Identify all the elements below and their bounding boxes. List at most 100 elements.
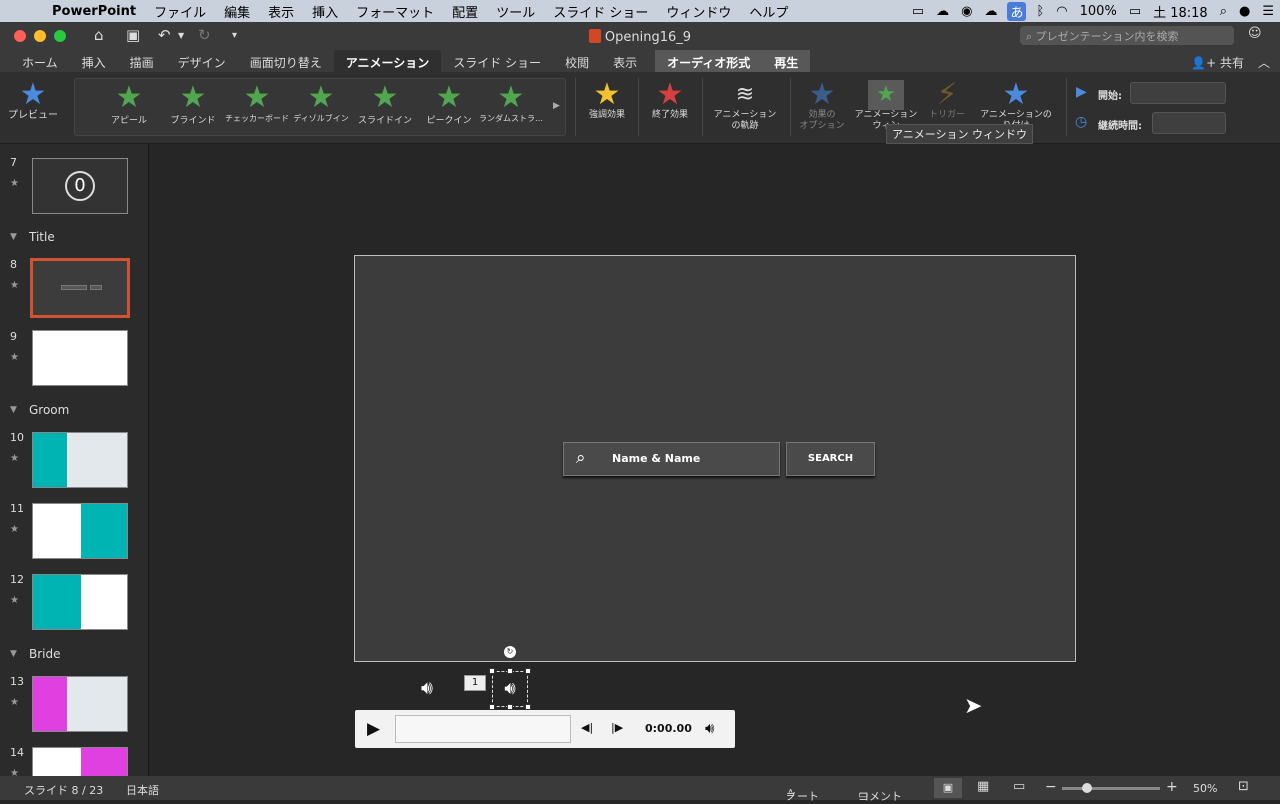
tab-transitions[interactable]: 画面切り替え (238, 50, 334, 72)
start-select[interactable] (1130, 82, 1226, 104)
menu-format[interactable]: フォーマット (347, 2, 443, 21)
menu-view[interactable]: 表示 (259, 2, 303, 21)
spotlight-search-icon[interactable]: ⌕ (1214, 4, 1233, 19)
notes-label: ノート (786, 790, 819, 803)
slide-search-box[interactable]: ⌕ Name & Name (563, 442, 780, 476)
menu-arrange[interactable]: 配置 (443, 2, 487, 21)
slide-thumbnail-9[interactable] (32, 330, 128, 386)
creative-cloud-icon[interactable]: ☁ (930, 4, 955, 19)
language-indicator[interactable]: 日本語 (126, 782, 159, 798)
tab-draw[interactable]: 描画 (118, 50, 166, 72)
trigger-button[interactable]: ⚡ トリガー (924, 80, 970, 121)
preview-button[interactable]: ★ プレビュー (4, 80, 62, 122)
gallery-scroll-right-icon[interactable]: ▶ (553, 101, 560, 111)
duration-stepper[interactable] (1152, 112, 1226, 134)
clock[interactable]: 土 18:18 (1147, 2, 1214, 21)
effect-checkerboard[interactable]: ★ チェッカーボード (225, 83, 289, 124)
slide-sorter-view-icon[interactable]: ▦ (977, 779, 989, 794)
tab-design[interactable]: デザイン (166, 50, 238, 72)
slide-search-button[interactable]: SEARCH (786, 442, 875, 476)
animation-order-tag[interactable]: 1 (464, 675, 486, 691)
skip-back-icon[interactable]: ◀| (581, 721, 593, 734)
effect-peek-in[interactable]: ★ ピークイン (417, 83, 481, 127)
section-title-label[interactable]: Title (29, 230, 55, 244)
collapse-ribbon-icon[interactable]: ︿ (1258, 54, 1270, 71)
motion-paths-button[interactable]: ≋ アニメーション の軌跡 (706, 80, 784, 132)
zoom-out-icon[interactable]: − (1045, 779, 1057, 795)
section-bride-label[interactable]: Bride (29, 647, 61, 661)
skip-forward-icon[interactable]: |▶ (611, 721, 623, 734)
tab-audio-format[interactable]: オーディオ形式 (655, 50, 763, 72)
tab-playback[interactable]: 再生 (762, 50, 811, 72)
menu-help[interactable]: ヘルプ (740, 2, 797, 21)
menu-file[interactable]: ファイル (145, 2, 215, 21)
presenter-view-icon[interactable]: ▭ (1013, 779, 1025, 794)
selection-handle[interactable] (507, 668, 513, 674)
slide-thumbnail-8-selected[interactable] (30, 258, 130, 318)
selection-handle[interactable] (489, 668, 495, 674)
tab-slideshow[interactable]: スライド ショー (441, 50, 553, 72)
volume-icon[interactable]: 🔊︎ (705, 719, 714, 737)
preview-star-icon: ★ (19, 77, 47, 112)
animation-star-icon: ★ (10, 595, 19, 606)
fit-to-window-icon[interactable]: ⊡ (1238, 779, 1249, 794)
effect-dissolve-in[interactable]: ★ ディゾルブイン (289, 83, 353, 124)
tab-animations[interactable]: アニメーション (333, 50, 442, 72)
selected-audio-object[interactable]: 🔊︎ (492, 671, 528, 707)
audio-progress-bar[interactable] (395, 715, 571, 743)
speaker-icon[interactable]: 🔊︎ (421, 677, 433, 699)
section-collapse-icon[interactable]: ▼ (10, 232, 17, 242)
battery-icon[interactable]: ▭ (1123, 4, 1147, 19)
rotate-handle-icon[interactable]: ↻ (504, 646, 516, 658)
display-icon[interactable]: ▭ (906, 4, 930, 19)
menu-insert[interactable]: 挿入 (303, 2, 347, 21)
tab-insert[interactable]: 挿入 (70, 50, 118, 72)
play-icon[interactable]: ▶ (367, 719, 380, 739)
effect-label: ランダムストラ… (479, 114, 543, 123)
search-presentation-input[interactable]: ⌕ プレゼンテーション内を検索 (1020, 26, 1234, 45)
share-button[interactable]: 👤+ 共有 (1191, 54, 1244, 71)
section-collapse-icon[interactable]: ▼ (10, 649, 17, 659)
icloud-upload-icon[interactable]: ☁ (978, 4, 1003, 19)
feedback-icon[interactable]: ☺ (1248, 26, 1262, 41)
slide-number: 10 (10, 431, 24, 444)
zoom-level[interactable]: 50% (1193, 782, 1217, 795)
tab-view[interactable]: 表示 (601, 50, 649, 72)
effect-random-bars[interactable]: ★ ランダムストラ… (479, 83, 543, 124)
notification-center-icon[interactable]: ☰ (1256, 4, 1280, 19)
bluetooth-icon[interactable]: ᛒ (1030, 4, 1050, 19)
tab-home[interactable]: ホーム (0, 50, 70, 72)
slide-thumbnail-13[interactable] (32, 676, 128, 732)
menu-slideshow[interactable]: スライド ショー (544, 2, 657, 21)
slide-thumbnail-11[interactable] (32, 503, 128, 559)
normal-view-icon[interactable]: ▣ (934, 778, 962, 798)
zoom-slider-thumb[interactable] (1082, 783, 1092, 793)
zoom-in-icon[interactable]: + (1166, 779, 1178, 795)
section-groom-label[interactable]: Groom (29, 403, 69, 417)
emphasis-effects-button[interactable]: ★ 強調効果 (582, 80, 632, 121)
selection-handle[interactable] (525, 668, 531, 674)
slide-thumbnail-10[interactable] (32, 432, 128, 488)
app-menu[interactable]: PowerPoint (38, 4, 145, 19)
siri-icon[interactable]: ● (1233, 4, 1256, 19)
slide-thumbnail-12[interactable] (32, 574, 128, 630)
exit-effects-button[interactable]: ★ 終了効果 (644, 80, 696, 121)
animation-pane-label: アニメーション (854, 110, 918, 120)
zoom-slider[interactable] (1062, 783, 1160, 793)
effect-fly-in[interactable]: ★ スライドイン (353, 83, 417, 127)
tab-review[interactable]: 校閲 (553, 50, 601, 72)
slide-thumbnail-14[interactable] (32, 747, 128, 776)
menu-tools[interactable]: ツール (487, 2, 544, 21)
menu-window[interactable]: ウィンドウ (657, 2, 740, 21)
ime-indicator[interactable]: あ (1007, 1, 1027, 21)
effect-options-button[interactable]: ★ 効果の オプション (794, 80, 850, 132)
menu-edit[interactable]: 編集 (215, 2, 259, 21)
search-box-text: Name & Name (612, 452, 701, 465)
slide-thumbnail-pane[interactable]: 7 ★ 0 ▼ Title 8 ★ 9 ★ ▼ Groom 10 ★ 11 ★ … (0, 144, 149, 776)
wifi-sync-icon[interactable]: ◉ (955, 4, 978, 19)
effect-appear[interactable]: ★ アピール (97, 83, 161, 127)
effect-blinds[interactable]: ★ ブラインド (161, 83, 225, 127)
slide-thumbnail-7[interactable]: 0 (32, 158, 128, 214)
section-collapse-icon[interactable]: ▼ (10, 405, 17, 415)
wifi-icon[interactable]: ◠ (1050, 4, 1073, 19)
